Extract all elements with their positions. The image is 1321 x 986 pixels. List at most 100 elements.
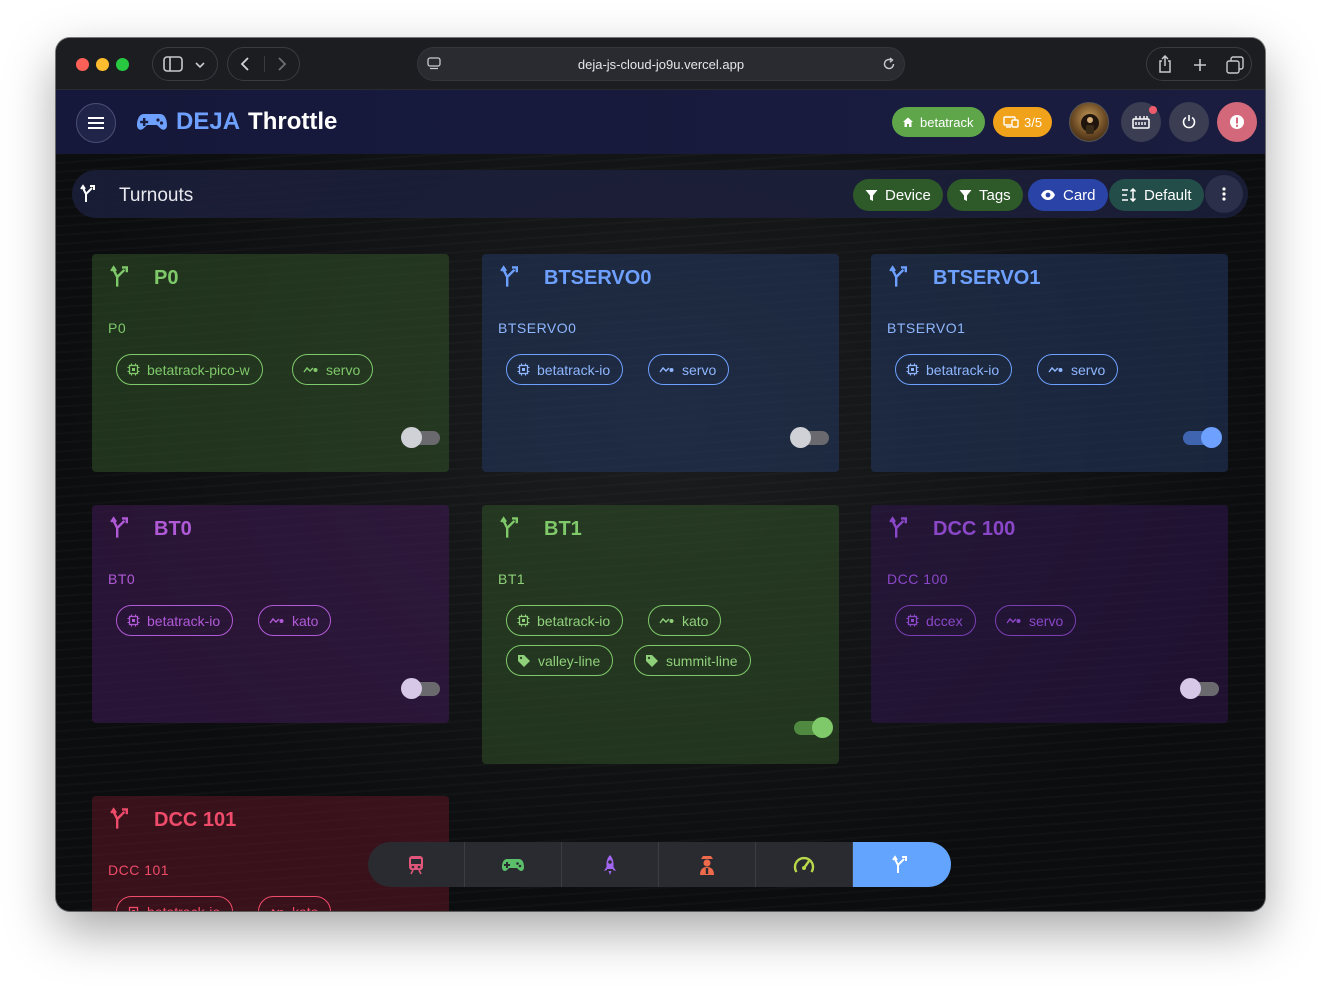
toggle-knob xyxy=(401,427,422,448)
turnout-card[interactable]: P0 P0 betatrack-pico-w servo xyxy=(92,254,449,472)
page-title: Turnouts xyxy=(119,185,194,206)
device-tag[interactable]: betatrack-io xyxy=(116,896,234,911)
turnout-icon xyxy=(110,516,128,538)
turnout-card[interactable]: BT0 BT0 betatrack-io kato xyxy=(92,505,449,723)
minimize-window-button[interactable] xyxy=(96,58,109,71)
servo-icon xyxy=(1006,617,1021,623)
device-tag[interactable]: betatrack-io xyxy=(506,605,624,636)
menu-button[interactable] xyxy=(76,103,116,143)
back-icon[interactable] xyxy=(240,57,250,71)
page-toolbar: Turnouts Device Tags Card Default xyxy=(72,170,1248,218)
device-filter-button[interactable]: Device xyxy=(853,179,943,211)
device-count-label: 3/5 xyxy=(1024,114,1043,130)
turnout-toggle[interactable] xyxy=(1180,678,1219,699)
turnout-toggle[interactable] xyxy=(401,678,440,699)
line-tag[interactable]: summit-line xyxy=(634,645,751,676)
user-avatar[interactable] xyxy=(1069,102,1109,142)
device-tag[interactable]: betatrack-io xyxy=(506,354,624,385)
chip-icon xyxy=(127,363,140,376)
layout-chip-label: betatrack xyxy=(920,114,974,130)
line-tag[interactable]: valley-line xyxy=(506,645,614,676)
tag-label: servo xyxy=(1029,612,1064,629)
turnout-name: BTSERVO0 xyxy=(544,267,652,289)
bottom-navigation xyxy=(368,842,951,887)
tag-label: servo xyxy=(682,361,717,378)
tags-filter-label: Tags xyxy=(979,186,1011,204)
device-tag[interactable]: betatrack-io xyxy=(895,354,1013,385)
nav-conductor[interactable] xyxy=(659,842,756,887)
app-logo[interactable]: DEJA Throttle xyxy=(136,108,337,136)
turnout-toggle[interactable] xyxy=(794,717,833,738)
reload-icon[interactable] xyxy=(882,57,896,71)
view-mode-button[interactable]: Card xyxy=(1028,179,1108,211)
type-tag[interactable]: kato xyxy=(258,605,332,636)
history-nav xyxy=(227,47,300,81)
turnout-toggle[interactable] xyxy=(790,427,829,448)
turnout-card[interactable]: BT1 BT1 betatrack-io kato valley-line su… xyxy=(482,505,839,764)
turnout-icon xyxy=(889,516,907,538)
logo-throttle: Throttle xyxy=(248,108,338,135)
more-options-button[interactable] xyxy=(1205,175,1243,213)
app-header: DEJA Throttle betatrack 3/5 xyxy=(56,90,1265,154)
turnout-toggle[interactable] xyxy=(1183,427,1222,448)
type-tag[interactable]: servo xyxy=(995,605,1077,636)
sort-icon xyxy=(1122,188,1137,202)
tags-filter-button[interactable]: Tags xyxy=(947,179,1023,211)
type-tag[interactable]: kato xyxy=(258,896,332,911)
chevron-down-icon xyxy=(195,62,205,69)
eye-icon xyxy=(1041,190,1055,200)
address-bar[interactable]: deja-js-cloud-jo9u.vercel.app xyxy=(417,47,905,81)
nav-locomotives[interactable] xyxy=(368,842,465,887)
power-button[interactable] xyxy=(1169,102,1209,142)
alert-icon xyxy=(1230,115,1244,129)
device-tag[interactable]: betatrack-io xyxy=(116,605,234,636)
turnout-name: BT0 xyxy=(154,518,192,540)
forward-icon[interactable] xyxy=(277,57,287,71)
share-icon[interactable] xyxy=(1157,55,1173,73)
new-tab-icon[interactable] xyxy=(1193,58,1207,72)
speedometer-icon xyxy=(793,856,815,873)
device-tag[interactable]: betatrack-pico-w xyxy=(116,354,263,385)
sidebar-toggle-button[interactable] xyxy=(152,47,218,81)
type-tag[interactable]: servo xyxy=(1037,354,1119,385)
tab-actions xyxy=(1146,47,1252,81)
tag-label: betatrack-io xyxy=(147,612,221,629)
layout-chip[interactable]: betatrack xyxy=(892,107,986,137)
nav-turnouts[interactable] xyxy=(853,842,951,887)
menu-icon xyxy=(88,117,104,129)
train-icon xyxy=(409,855,423,874)
app-body: DEJA Throttle betatrack 3/5 Turnouts Dev… xyxy=(56,90,1265,911)
chip-icon xyxy=(517,614,530,627)
turnout-name: BT1 xyxy=(544,518,582,540)
turnout-card[interactable]: BTSERVO0 BTSERVO0 betatrack-io servo xyxy=(482,254,839,472)
gamepad-icon xyxy=(502,858,524,871)
tag-label: valley-line xyxy=(538,652,601,669)
command-station-button[interactable] xyxy=(1121,102,1161,142)
type-tag[interactable]: kato xyxy=(648,605,722,636)
emergency-stop-button[interactable] xyxy=(1217,102,1257,142)
nav-speed[interactable] xyxy=(756,842,853,887)
servo-icon xyxy=(659,617,674,623)
chip-icon xyxy=(128,906,139,911)
sidebar-icon xyxy=(163,56,183,72)
tag-label: kato xyxy=(292,612,319,629)
tag-label: summit-line xyxy=(666,652,738,669)
device-count-chip[interactable]: 3/5 xyxy=(993,107,1053,137)
nav-launch[interactable] xyxy=(562,842,659,887)
tag-label: betatrack-io xyxy=(537,361,611,378)
maximize-window-button[interactable] xyxy=(116,58,129,71)
type-tag[interactable]: servo xyxy=(292,354,374,385)
close-window-button[interactable] xyxy=(76,58,89,71)
nav-throttle[interactable] xyxy=(465,842,562,887)
tab-overview-icon[interactable] xyxy=(1226,56,1244,74)
turnout-toggle[interactable] xyxy=(401,427,440,448)
turnout-label: BT1 xyxy=(498,571,526,587)
gamepad-logo-icon xyxy=(137,114,167,130)
more-vertical-icon xyxy=(1222,187,1226,201)
sort-button[interactable]: Default xyxy=(1109,179,1204,211)
device-tag[interactable]: dccex xyxy=(895,605,976,636)
browser-window: deja-js-cloud-jo9u.vercel.app DEJA Throt… xyxy=(56,38,1265,911)
type-tag[interactable]: servo xyxy=(648,354,730,385)
turnout-card[interactable]: BTSERVO1 BTSERVO1 betatrack-io servo xyxy=(871,254,1228,472)
turnout-card[interactable]: DCC 100 DCC 100 dccex servo xyxy=(871,505,1228,723)
